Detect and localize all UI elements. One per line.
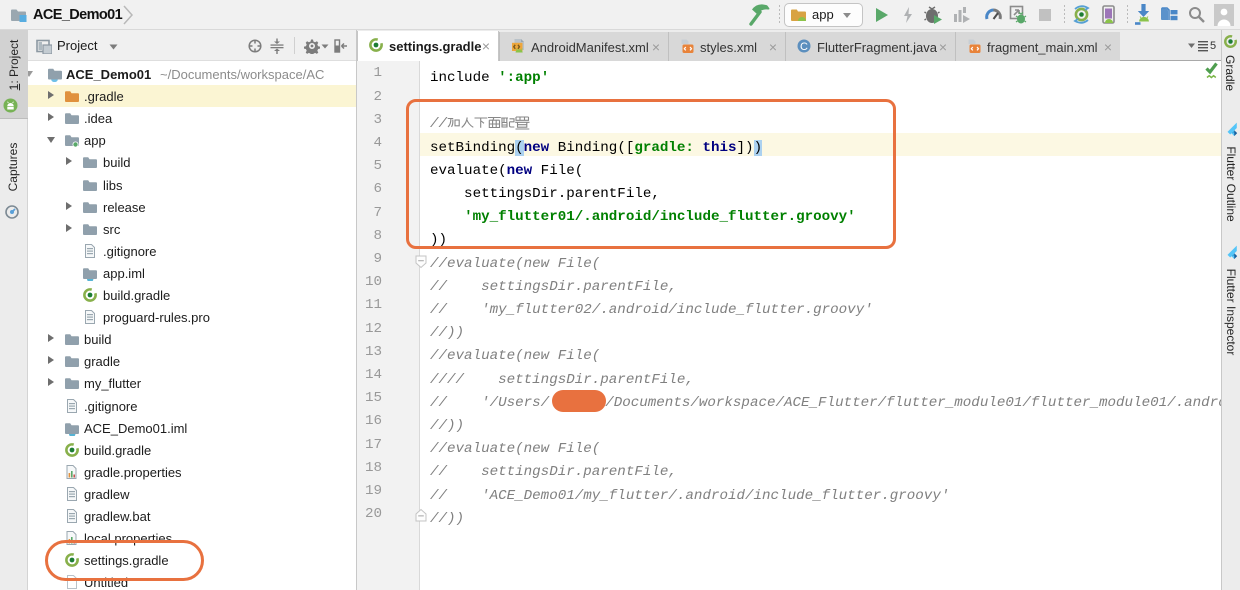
svg-text:C: C [800,41,808,53]
